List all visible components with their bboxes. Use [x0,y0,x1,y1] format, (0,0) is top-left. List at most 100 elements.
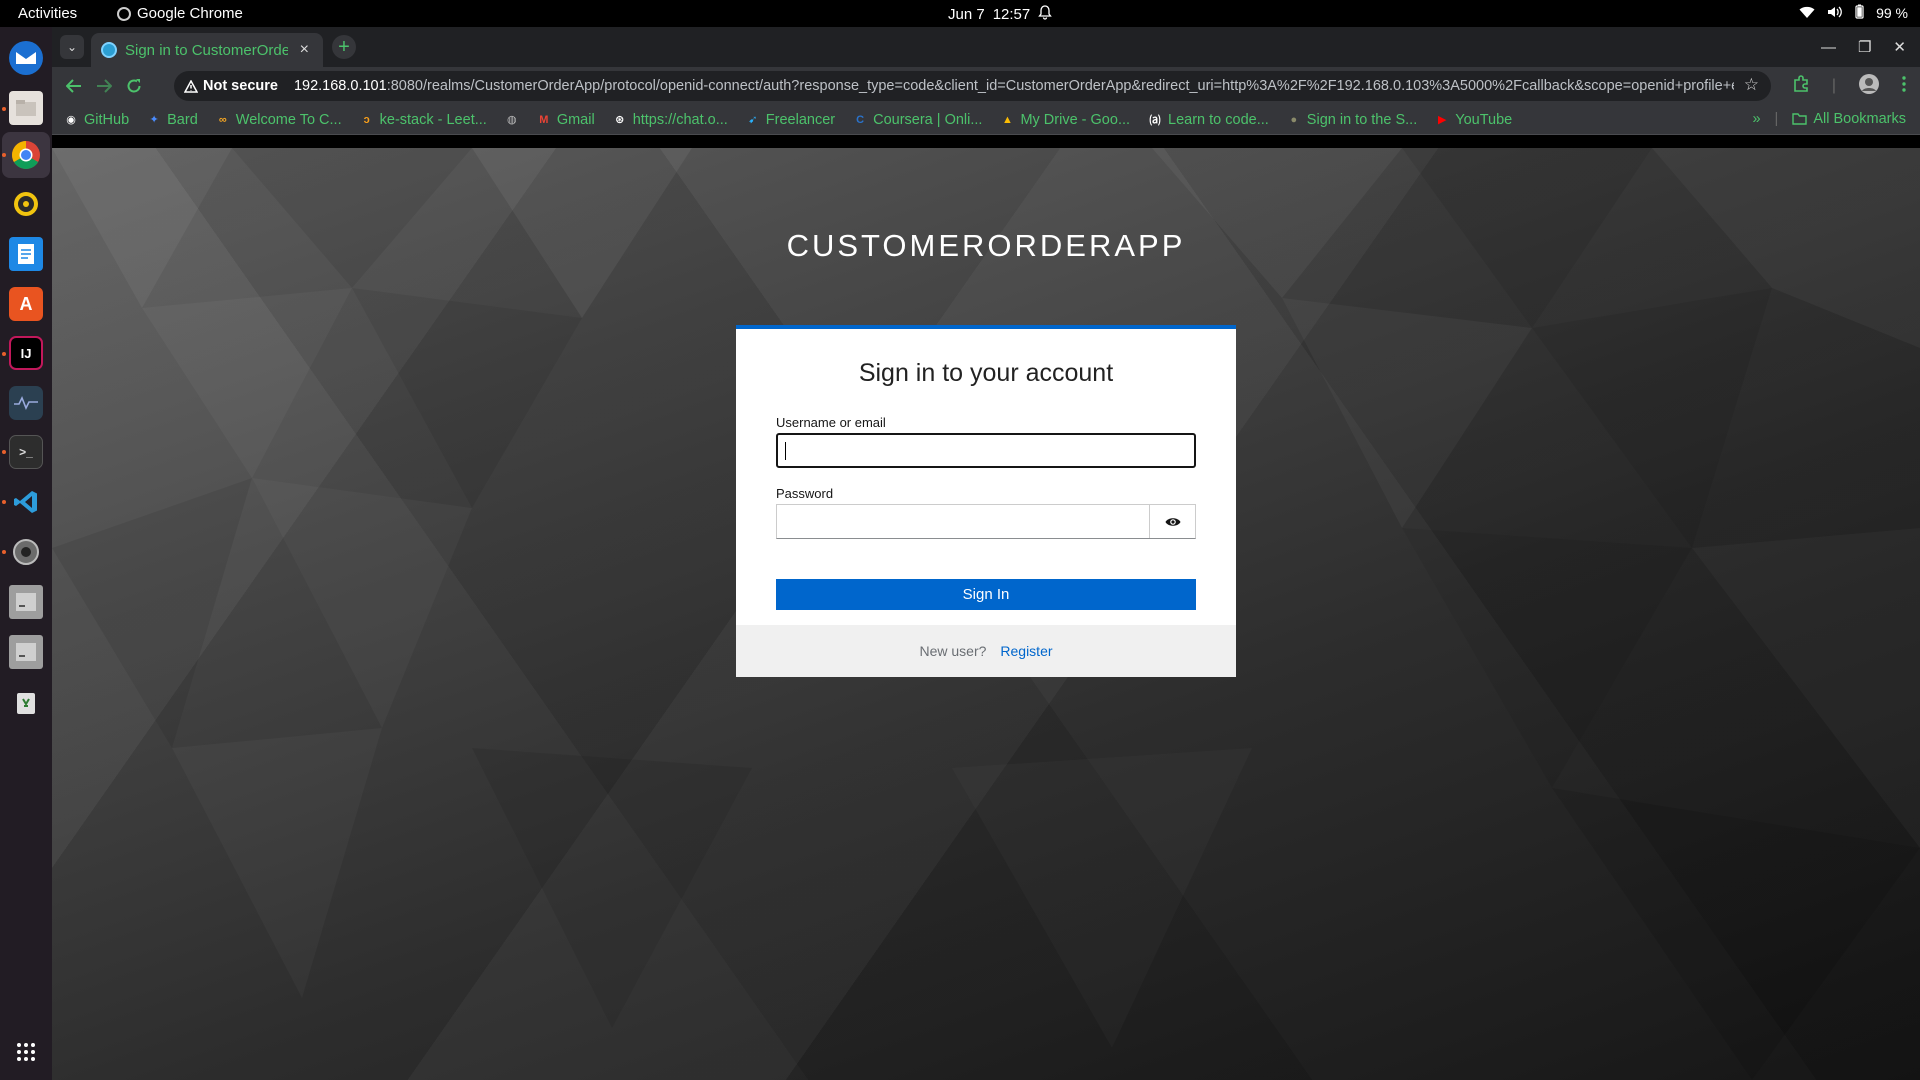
bookmarks-bar: ◉ GitHub ✦ Bard ∞ Welcome To C... ↄ ke-stack - … [52,105,1920,135]
trash-icon[interactable] [9,685,43,719]
toolbar-right: | [1792,67,1920,105]
bookmark-item[interactable]: ⒜ Learn to code... [1148,112,1269,128]
back-button[interactable] [62,74,86,98]
system-status-menu[interactable]: 99 % [1799,4,1908,22]
extensions-icon[interactable] [1792,74,1810,98]
bookmark-item[interactable]: ✦ Bard [147,112,198,128]
system-top-bar: Activities Google Chrome Jun 7 12:57 99 … [0,0,1920,27]
app-menu[interactable]: Google Chrome [117,5,243,22]
running-indicator [2,500,6,504]
bookmark-item[interactable]: M Gmail [537,112,594,128]
running-indicator [2,450,6,454]
toolbar-divider: | [1831,77,1836,94]
rhythmbox-icon[interactable] [9,187,43,221]
sign-in-button[interactable]: Sign In [776,579,1196,610]
app-name: Google Chrome [137,5,243,22]
leetcode-icon: ↄ [363,113,370,126]
forward-button[interactable] [92,74,116,98]
time: 12:57 [992,6,1031,23]
files-icon[interactable] [9,91,43,125]
dock: A IJ >_ [0,27,52,1080]
all-bookmarks-button[interactable]: All Bookmarks [1792,111,1906,127]
battery-icon [1855,4,1864,22]
minimize-icon[interactable]: — [1821,39,1836,56]
writer-icon[interactable] [9,237,43,271]
security-chip[interactable]: Not secure [184,78,278,94]
battery-percent: 99 % [1876,5,1908,21]
url-host: 192.168.0.101 [293,78,387,94]
keycloak-favicon-icon [101,42,117,58]
arrow-right-icon [97,79,112,93]
url-text[interactable]: 192.168.0.101:8080/realms/CustomerOrderA… [294,78,1734,94]
bookmark-item[interactable]: C Coursera | Onli... [853,112,982,128]
bookmark-label: My Drive - Goo... [1020,111,1131,128]
warning-icon [184,79,198,93]
vscode-icon[interactable] [9,485,43,519]
bookmark-item[interactable]: ∞ Welcome To C... [216,112,342,128]
show-apps-icon[interactable] [9,1035,43,1069]
username-input[interactable] [776,433,1196,468]
chrome-icon[interactable] [9,138,43,172]
window-controls: — ❐ ✕ [1821,27,1920,67]
freecodecamp-icon: ⒜ [1149,114,1161,127]
running-indicator [2,352,6,356]
address-bar[interactable]: Not secure 192.168.0.101:8080/realms/Cus… [174,71,1771,101]
bookmark-item[interactable]: ▶ YouTube [1435,112,1512,128]
gmail-icon: M [539,113,549,126]
bookmarks-divider: | [1774,111,1779,127]
reload-button[interactable] [122,74,146,98]
bookmark-label: Welcome To C... [235,111,342,128]
github-icon: ◉ [66,114,76,126]
system-monitor-icon[interactable] [9,386,43,420]
globe-icon: ◍ [507,114,517,126]
more-bookmarks-button[interactable]: » [1752,111,1760,127]
arrow-left-icon [66,79,81,93]
realm-name: CUSTOMERORDERAPP [786,228,1186,263]
bookmark-star-icon[interactable]: ☆ [1744,75,1759,95]
bard-icon: ✦ [149,114,159,126]
restore-icon[interactable]: ❐ [1858,38,1871,56]
login-heading: Sign in to your account [858,359,1114,387]
bookmark-item[interactable]: ● Sign in to the S... [1287,112,1417,128]
registration-footer: New user? Register [736,625,1236,677]
close-window-icon[interactable]: ✕ [1893,38,1906,56]
bookmark-item[interactable]: ↄ ke-stack - Leet... [360,112,487,128]
new-user-text: New user? [919,643,987,659]
register-link[interactable]: Register [1000,643,1052,659]
bookmark-item[interactable]: ➹ Freelancer [746,112,835,128]
folder-icon [1792,113,1808,125]
bookmark-label: Bard [167,111,198,128]
settings-icon[interactable] [9,535,43,569]
bookmark-item[interactable]: ◍ [505,113,519,127]
browser-window: ⌄ Sign in to CustomerOrderApp × + — ❐ ✕ … [52,27,1920,135]
thunderbird-icon[interactable] [9,41,43,75]
bookmark-label: Learn to code... [1168,111,1269,128]
login-card: Sign in to your account Username or emai… [736,325,1236,677]
avatar-icon: ● [1290,113,1298,126]
running-indicator [2,107,6,111]
drive-icon[interactable] [9,635,43,669]
bookmark-item[interactable]: ▲ My Drive - Goo... [1000,112,1130,128]
bookmark-item[interactable]: ⊛ https://chat.o... [613,112,728,128]
password-input[interactable] [776,504,1196,539]
app-center-icon[interactable]: A [9,287,43,321]
username-label: Username or email [776,415,886,430]
bookmark-label: Coursera | Onli... [873,111,983,128]
page-content: CUSTOMERORDERAPP Sign in to your account… [52,148,1920,1080]
new-tab-button[interactable]: + [332,35,356,59]
tab-close-button[interactable]: × [296,41,313,59]
eye-icon [1165,517,1180,526]
terminal-icon[interactable]: >_ [9,435,43,469]
intellij-icon[interactable]: IJ [9,336,43,370]
clock[interactable]: Jun 7 12:57 [948,5,1053,24]
profile-avatar[interactable] [1858,73,1880,100]
tab-active[interactable]: Sign in to CustomerOrderApp × [91,33,323,67]
wifi-icon [1799,5,1815,22]
tab-search-button[interactable]: ⌄ [60,35,84,59]
activities-button[interactable]: Activities [18,5,77,22]
show-password-button[interactable] [1149,505,1195,538]
drive-icon[interactable] [9,585,43,619]
bookmark-item[interactable]: ◉ GitHub [64,112,129,128]
more-menu-icon[interactable] [1902,75,1906,97]
all-bookmarks-label: All Bookmarks [1813,111,1906,127]
